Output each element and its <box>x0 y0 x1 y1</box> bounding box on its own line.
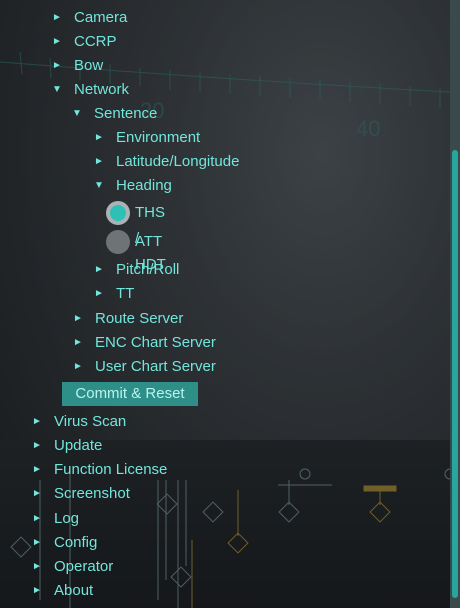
radio-unselected-icon <box>106 230 130 254</box>
menu-item-user-chart-server[interactable]: ► User Chart Server <box>73 355 216 379</box>
chevron-right-icon: ► <box>32 537 42 548</box>
chevron-right-icon: ► <box>32 416 42 427</box>
radio-label: ATT <box>135 233 163 250</box>
scrollbar-thumb[interactable] <box>452 150 458 598</box>
menu-item-label: Screenshot <box>54 485 130 502</box>
menu-item-label: Virus Scan <box>54 413 127 430</box>
chevron-right-icon: ► <box>32 440 42 451</box>
menu-item-label: Operator <box>54 558 114 575</box>
menu-item-label: Function License <box>54 461 168 478</box>
menu-item-label: Environment <box>116 129 201 146</box>
menu-item-operator[interactable]: ► Operator <box>32 555 113 579</box>
chevron-right-icon: ► <box>73 337 83 348</box>
menu-item-label: Network <box>74 81 130 98</box>
menu-item-log[interactable]: ► Log <box>32 507 79 531</box>
menu-item-sentence[interactable]: ▼ Sentence <box>72 102 157 126</box>
menu-item-label: Camera <box>74 9 128 26</box>
chevron-right-icon: ► <box>94 132 104 143</box>
chevron-right-icon: ► <box>73 361 83 372</box>
menu-item-label: Pitch/Roll <box>116 261 180 278</box>
settings-menu-tree: ► Camera ► CCRP ► Bow ▼ Network ▼ Sentence ► E… <box>0 0 450 608</box>
menu-item-label: Log <box>54 510 80 527</box>
menu-item-label: About <box>54 582 94 599</box>
menu-item-label: Config <box>54 534 98 551</box>
menu-item-about[interactable]: ► About <box>32 579 93 603</box>
menu-item-network[interactable]: ▼ Network <box>52 78 129 102</box>
chevron-down-icon: ▼ <box>94 180 104 191</box>
menu-item-label: User Chart Server <box>95 358 216 375</box>
chevron-right-icon: ► <box>32 488 42 499</box>
menu-item-route-server[interactable]: ► Route Server <box>73 307 183 331</box>
menu-item-ccrp[interactable]: ► CCRP <box>52 30 117 54</box>
menu-item-update[interactable]: ► Update <box>32 434 102 458</box>
menu-item-bow[interactable]: ► Bow <box>52 54 103 78</box>
menu-item-pitch-roll[interactable]: ► Pitch/Roll <box>94 258 179 282</box>
chevron-down-icon: ▼ <box>72 108 82 119</box>
menu-item-camera[interactable]: ► Camera <box>52 6 127 30</box>
menu-item-label: Latitude/Longitude <box>116 153 240 170</box>
radio-selected-icon <box>106 201 130 225</box>
chevron-right-icon: ► <box>52 60 62 71</box>
menu-item-environment[interactable]: ► Environment <box>94 126 200 150</box>
menu-scrollbar[interactable] <box>450 0 460 608</box>
menu-item-label: TT <box>116 285 135 302</box>
menu-item-config[interactable]: ► Config <box>32 531 97 555</box>
chevron-right-icon: ► <box>73 313 83 324</box>
commit-reset-button[interactable]: Commit & Reset <box>62 382 198 406</box>
chevron-right-icon: ► <box>32 561 42 572</box>
menu-item-heading[interactable]: ▼ Heading <box>94 174 172 198</box>
chevron-right-icon: ► <box>94 156 104 167</box>
menu-item-label: Route Server <box>95 310 184 327</box>
menu-item-screenshot[interactable]: ► Screenshot <box>32 482 130 506</box>
chevron-right-icon: ► <box>94 288 104 299</box>
menu-item-enc-chart-server[interactable]: ► ENC Chart Server <box>73 331 216 355</box>
menu-item-label: ENC Chart Server <box>95 334 216 351</box>
chevron-right-icon: ► <box>94 264 104 275</box>
chevron-down-icon: ▼ <box>52 84 62 95</box>
chevron-right-icon: ► <box>52 12 62 23</box>
menu-item-label: Bow <box>74 57 104 74</box>
menu-item-function-license[interactable]: ► Function License <box>32 458 167 482</box>
menu-item-virus-scan[interactable]: ► Virus Scan <box>32 410 126 434</box>
chevron-right-icon: ► <box>32 464 42 475</box>
chevron-right-icon: ► <box>32 513 42 524</box>
chevron-right-icon: ► <box>52 36 62 47</box>
menu-item-label: CCRP <box>74 33 117 50</box>
chevron-right-icon: ► <box>32 585 42 596</box>
menu-item-tt[interactable]: ► TT <box>94 282 134 306</box>
menu-item-label: Update <box>54 437 103 454</box>
menu-item-label: Heading <box>116 177 172 194</box>
menu-item-label: Sentence <box>94 105 158 122</box>
menu-item-latitude-longitude[interactable]: ► Latitude/Longitude <box>94 150 239 174</box>
